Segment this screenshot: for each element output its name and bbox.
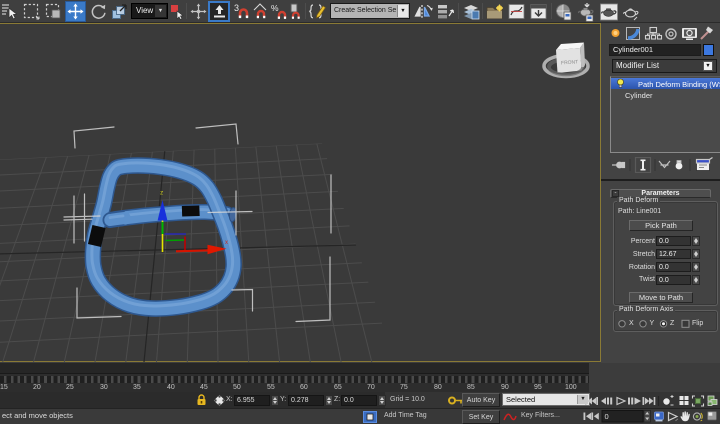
svg-text:3: 3 [234, 3, 239, 13]
svg-text:z: z [160, 190, 163, 197]
svg-text:FRONT: FRONT [561, 59, 579, 66]
svg-text:x: x [225, 240, 228, 246]
svg-text:0: 0 [605, 412, 609, 421]
svg-text:%: % [271, 3, 279, 13]
